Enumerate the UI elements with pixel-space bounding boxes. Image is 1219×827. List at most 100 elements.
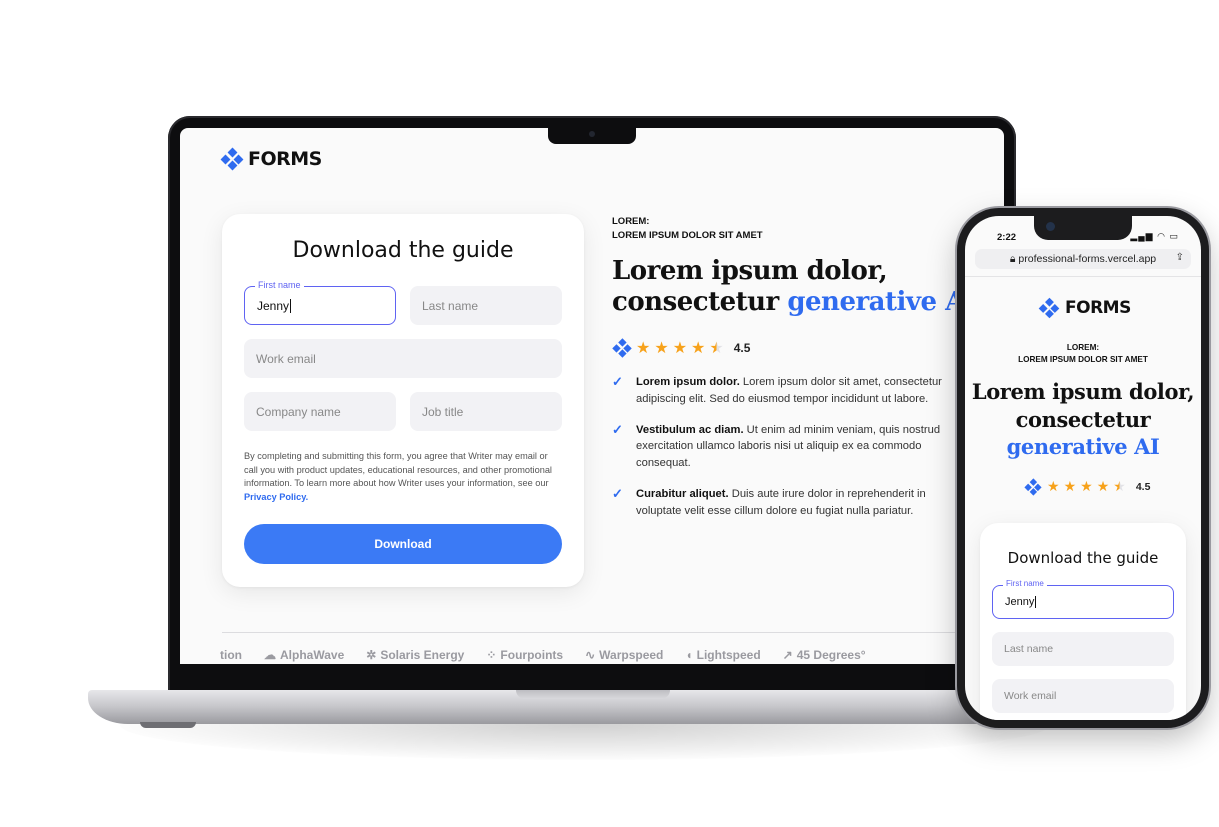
status-time: 2:22 [997,232,1017,243]
customer-logo-name: 45 Degrees° [796,648,866,662]
bullet-text: Vestibulum ac diam. Ut enim ad minim ven… [636,422,952,472]
customer-logo-name: Lightspeed [696,648,761,662]
last-name-placeholder: Last name [422,298,479,313]
work-email-placeholder: Work email [1004,690,1057,702]
bullet-title: Vestibulum ac diam. [636,423,744,436]
signal-icon: ▂▄▆ [1130,231,1154,241]
check-icon: ✓ [612,485,623,501]
section-divider [222,632,982,633]
star-icon: ★ [672,338,688,357]
last-name-input[interactable]: Last name [410,286,562,325]
wave-icon: ∿ [585,648,596,662]
check-icon: ✓ [612,374,623,389]
laptop-foot-left [140,722,196,728]
work-email-input[interactable]: Work email [992,679,1174,713]
star-icon: ★ [1080,479,1093,495]
bullet-text: Lorem ipsum dolor. Lorem ipsum dolor sit… [636,374,952,408]
eyebrow-line-1: LOREM: [1066,343,1100,352]
status-icons: ▂▄▆ ◠ ▭ [1130,231,1179,242]
download-form-card: Download the guide First name Jenny Last… [980,523,1186,720]
first-name-value: Jenny [257,298,290,313]
laptop-bottom-bezel [180,664,1004,690]
company-name-input[interactable]: Company name [244,392,396,431]
customer-logo: ↗ 45 Degrees° [783,648,866,662]
company-name-placeholder: Company name [256,404,341,419]
address-bar[interactable]: 🔒︎ professional-forms.vercel.app ⇪ [975,249,1191,269]
customer-logo: ◖ Lightspeed [685,648,760,662]
cloud-icon: ☁ [264,648,276,662]
customer-logo-name: Warpspeed [599,648,664,662]
headline-line-1: Lorem ipsum dolor, [612,256,888,286]
work-email-input[interactable]: Work email [244,339,562,378]
forms-logo-icon [1038,297,1060,319]
work-email-placeholder: Work email [256,351,316,366]
star-icon: ★ [1096,479,1110,495]
forms-logo-icon [612,338,632,358]
headline-accent: generative AI [787,287,977,317]
half-star-icon: ★ [1113,479,1126,495]
hero-headline: Lorem ipsum dolor, consectetur generativ… [612,256,977,318]
wifi-icon: ◠ [1157,231,1166,241]
brand-name: FORMS [248,148,322,170]
customer-logo: ⁘ Fourpoints [486,648,563,662]
customer-logo: ✲ Solaris Energy [366,648,464,662]
browser-divider [965,276,1201,277]
brand-name: FORMS [1065,298,1131,318]
laptop-opening-groove [516,690,670,699]
first-name-value: Jenny [1005,596,1035,608]
form-title: Download the guide [1007,549,1159,567]
forms-logo-icon [1024,478,1042,496]
phone-screen: 2:22 ▂▄▆ ◠ ▭ 🔒︎ professional-forms.verce… [965,216,1201,720]
list-item: ✓ Lorem ipsum dolor. Lorem ipsum dolor s… [612,374,952,408]
job-title-placeholder: Job title [422,404,464,419]
lock-icon: 🔒︎ [1009,252,1016,265]
rating-value: 4.5 [1135,481,1151,493]
headline-line-2: consectetur [1015,406,1151,432]
brand-logo[interactable]: FORMS [220,147,322,171]
half-star-icon: ★ [709,338,724,357]
eyebrow: LOREM: LOREM IPSUM DOLOR SIT AMET [612,215,763,243]
rating: ★ ★ ★ ★ ★ 4.5 [612,338,750,358]
headline-line-2: consectetur [612,287,779,317]
camera-icon [1046,222,1055,231]
download-button[interactable]: Download [244,524,562,564]
list-item: ✓ Curabitur aliquet. Duis aute irure dol… [612,486,952,520]
bullet-text: Curabitur aliquet. Duis aute irure dolor… [636,486,952,520]
text-caret [290,298,292,313]
customer-logo: ☁ AlphaWave [264,648,344,662]
text-caret [1035,596,1037,608]
bolt-icon: ◖ [685,648,693,662]
sun-icon: ✲ [366,648,377,662]
eyebrow-line-2: LOREM IPSUM DOLOR SIT AMET [612,230,763,241]
brand-logo[interactable]: FORMS [1038,297,1131,319]
star-icon: ★ [691,338,706,357]
rating-value: 4.5 [733,341,751,355]
eyebrow-line-1: LOREM: [612,216,650,227]
share-icon[interactable]: ⇪ [1176,252,1184,263]
laptop-camera-notch [548,128,636,144]
check-icon: ✓ [612,421,623,437]
first-name-input[interactable]: First name Jenny [992,579,1174,619]
rating: ★ ★ ★ ★ ★ 4.5 [1023,477,1150,497]
customer-logo-name: Solaris Energy [380,648,465,662]
bullet-title: Curabitur aliquet. [636,487,729,500]
list-item: ✓ Vestibulum ac diam. Ut enim ad minim v… [612,422,952,472]
customer-logo-name: Fourpoints [500,648,564,662]
last-name-input[interactable]: Last name [992,632,1174,666]
arrow-icon: ↗ [782,648,793,662]
job-title-input[interactable]: Job title [410,392,562,431]
form-title: Download the guide [292,238,514,263]
device-mockup-stage: FORMS Download the guide First name Jenn… [0,0,1219,827]
download-form-card: Download the guide First name Jenny Last… [222,214,584,587]
eyebrow-line-2: LOREM IPSUM DOLOR SIT AMET [1018,355,1148,364]
star-icon: ★ [1063,479,1077,495]
privacy-policy-link[interactable]: Privacy Policy. [244,492,308,502]
forms-logo-icon [220,147,244,171]
customer-logo-name: AlphaWave [280,648,345,662]
first-name-input[interactable]: First name Jenny [244,280,396,325]
battery-icon: ▭ [1169,231,1179,241]
last-name-placeholder: Last name [1004,643,1054,655]
benefit-list: ✓ Lorem ipsum dolor. Lorem ipsum dolor s… [612,374,952,534]
laptop-screen: FORMS Download the guide First name Jenn… [180,128,1004,664]
first-name-label: First name [255,280,304,290]
